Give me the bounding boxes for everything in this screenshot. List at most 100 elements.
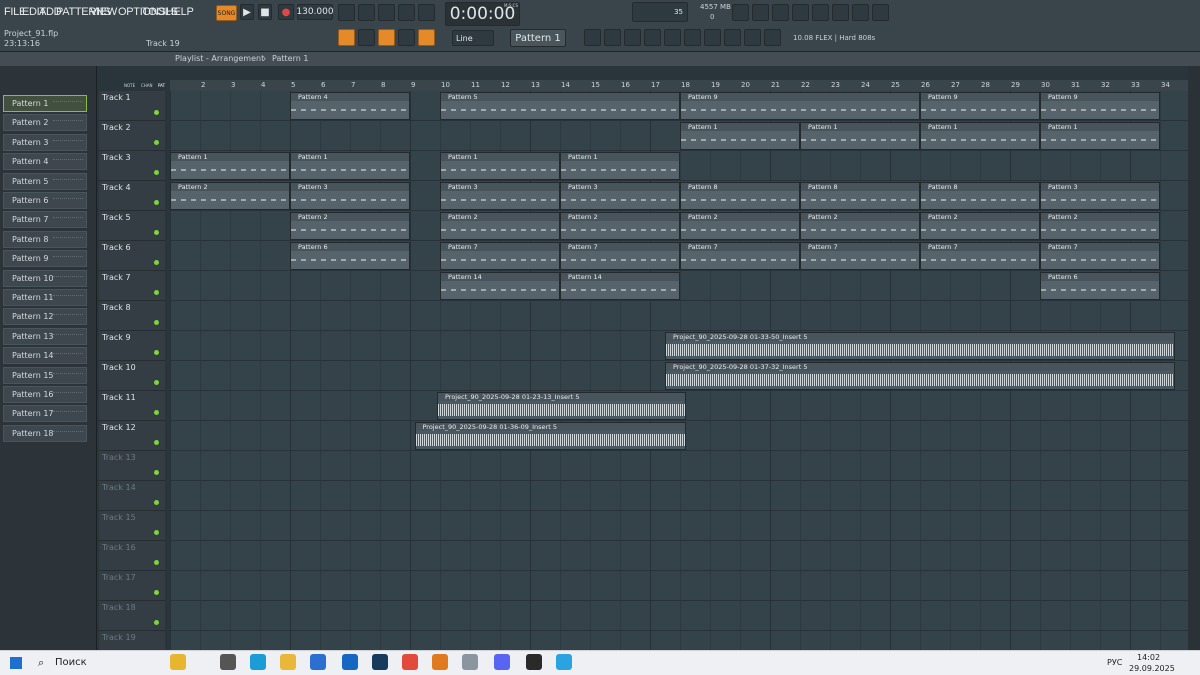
pattern-clip[interactable]: Pattern 1 xyxy=(680,122,800,150)
toolbar-button-icon[interactable] xyxy=(624,29,641,46)
track-mute-led[interactable] xyxy=(154,560,159,565)
vertical-scrollbar[interactable] xyxy=(1188,66,1200,650)
track-mute-led[interactable] xyxy=(154,530,159,535)
track-header[interactable]: Track 12 xyxy=(99,421,165,451)
audio-clip[interactable]: Project_90_2025-09-28 01-37-32_Insert 5 xyxy=(665,362,1175,390)
toolbar-button-icon[interactable] xyxy=(872,4,889,21)
pattern-clip[interactable]: Pattern 1 xyxy=(800,122,920,150)
explorer-icon[interactable] xyxy=(280,654,296,670)
toolbar-button-icon[interactable] xyxy=(852,4,869,21)
toolbar-button-icon[interactable] xyxy=(338,4,355,21)
toolbar-button-icon[interactable] xyxy=(664,29,681,46)
pattern-item[interactable]: Pattern 2 xyxy=(3,114,87,132)
picker-tab[interactable]: CHAN xyxy=(141,83,153,88)
toolbar-button-icon[interactable] xyxy=(398,4,415,21)
timeline-ruler[interactable]: 2 3 4 5 6 7 8 9 10 11 12 13 14 15 16 17 18 19 20 21 22 23 24 25… xyxy=(170,80,1188,91)
pattern-clip[interactable]: Pattern 2 xyxy=(440,212,560,240)
menu-help[interactable]: HELP xyxy=(166,6,194,20)
pattern-clip[interactable]: Pattern 1 xyxy=(560,152,680,180)
track-mute-led[interactable] xyxy=(154,350,159,355)
pattern-clip[interactable]: Pattern 2 xyxy=(1040,212,1160,240)
task-view-icon[interactable] xyxy=(220,654,236,670)
track-mute-led[interactable] xyxy=(154,500,159,505)
track-mute-led[interactable] xyxy=(154,590,159,595)
toolbar-button-icon[interactable] xyxy=(812,4,829,21)
pattern-clip[interactable]: Pattern 14 xyxy=(440,272,560,300)
pattern-clip[interactable]: Pattern 9 xyxy=(680,92,920,120)
snap-selector[interactable]: Line xyxy=(452,30,494,46)
toolbar-button-icon[interactable] xyxy=(792,4,809,21)
toolbar-button-icon[interactable] xyxy=(604,29,621,46)
pattern-item[interactable]: Pattern 15 xyxy=(3,366,87,384)
toolbar-button-icon[interactable] xyxy=(398,29,415,46)
store-icon[interactable] xyxy=(310,654,326,670)
pattern-clip[interactable]: Pattern 2 xyxy=(920,212,1040,240)
pattern-clip[interactable]: Pattern 9 xyxy=(920,92,1040,120)
pattern-clip[interactable]: Pattern 5 xyxy=(440,92,680,120)
pattern-clip[interactable]: Pattern 9 xyxy=(1040,92,1160,120)
track-mute-led[interactable] xyxy=(154,200,159,205)
tempo-display[interactable]: 130.000 xyxy=(296,4,334,20)
pattern-clip[interactable]: Pattern 7 xyxy=(440,242,560,270)
discord-icon[interactable] xyxy=(494,654,510,670)
track-header[interactable]: Track 13 xyxy=(99,451,165,481)
track-mute-led[interactable] xyxy=(154,290,159,295)
track-mute-led[interactable] xyxy=(154,620,159,625)
pattern-clip[interactable]: Pattern 6 xyxy=(1040,272,1160,300)
pattern-clip[interactable]: Pattern 14 xyxy=(560,272,680,300)
toolbar-button-icon[interactable] xyxy=(744,29,761,46)
track-mute-led[interactable] xyxy=(154,380,159,385)
steam-icon[interactable] xyxy=(372,654,388,670)
track-mute-led[interactable] xyxy=(154,260,159,265)
track-header[interactable]: Track 18 xyxy=(99,601,165,631)
pattern-item[interactable]: Pattern 5 xyxy=(3,172,87,190)
track-header[interactable]: Track 4 xyxy=(99,181,165,211)
toolbar-button-icon[interactable] xyxy=(772,4,789,21)
pattern-clip[interactable]: Pattern 2 xyxy=(800,212,920,240)
fl-studio-icon[interactable] xyxy=(432,654,448,670)
toolbar-button-icon[interactable] xyxy=(418,4,435,21)
edge-icon[interactable] xyxy=(250,654,266,670)
toolbar-button-icon[interactable] xyxy=(752,4,769,21)
pattern-item[interactable]: Pattern 18 xyxy=(3,424,87,442)
picker-tab[interactable]: PAT xyxy=(158,83,165,88)
pattern-clip[interactable]: Pattern 1 xyxy=(170,152,290,180)
pattern-clip[interactable]: Pattern 2 xyxy=(680,212,800,240)
pattern-item[interactable]: Pattern 7 xyxy=(3,211,87,229)
pattern-item[interactable]: Pattern 8 xyxy=(3,230,87,248)
pattern-item[interactable]: Pattern 13 xyxy=(3,327,87,345)
track-mute-led[interactable] xyxy=(154,410,159,415)
lock-app-icon[interactable] xyxy=(526,654,542,670)
picker-tab[interactable]: NOTE xyxy=(124,83,135,88)
pattern-clip[interactable]: Pattern 2 xyxy=(290,212,410,240)
toolbar-button-icon[interactable] xyxy=(644,29,661,46)
pattern-clip[interactable]: Pattern 4 xyxy=(290,92,410,120)
telegram-icon[interactable] xyxy=(556,654,572,670)
pattern-clip[interactable]: Pattern 7 xyxy=(560,242,680,270)
pattern-item[interactable]: Pattern 11 xyxy=(3,289,87,306)
pattern-clip[interactable]: Pattern 7 xyxy=(1040,242,1160,270)
pattern-clip[interactable]: Pattern 3 xyxy=(290,182,410,210)
track-mute-led[interactable] xyxy=(154,230,159,235)
track-mute-led[interactable] xyxy=(154,440,159,445)
track-header[interactable]: Track 9 xyxy=(99,331,165,361)
track-header[interactable]: Track 10 xyxy=(99,361,165,391)
pattern-clip[interactable]: Pattern 3 xyxy=(560,182,680,210)
track-mute-led[interactable] xyxy=(154,170,159,175)
toolbar-button-icon[interactable] xyxy=(832,4,849,21)
pattern-clip[interactable]: Pattern 7 xyxy=(920,242,1040,270)
pattern-item[interactable]: Pattern 10 xyxy=(3,269,87,287)
pattern-clip[interactable]: Pattern 2 xyxy=(170,182,290,210)
ai-icon[interactable] xyxy=(170,654,186,670)
toolbar-button-icon[interactable] xyxy=(684,29,701,46)
pattern-item[interactable]: Pattern 9 xyxy=(3,250,87,268)
menu-view[interactable]: VIEW xyxy=(90,6,117,20)
track-header[interactable]: Track 15 xyxy=(99,511,165,541)
play-button[interactable]: ▶ xyxy=(240,4,254,20)
start-button[interactable] xyxy=(10,657,22,669)
toolbar-button-icon[interactable] xyxy=(732,4,749,21)
track-header[interactable]: Track 7 xyxy=(99,271,165,301)
pattern-clip[interactable]: Pattern 3 xyxy=(440,182,560,210)
pattern-clip[interactable]: Pattern 1 xyxy=(290,152,410,180)
track-header[interactable]: Track 5 xyxy=(99,211,165,241)
